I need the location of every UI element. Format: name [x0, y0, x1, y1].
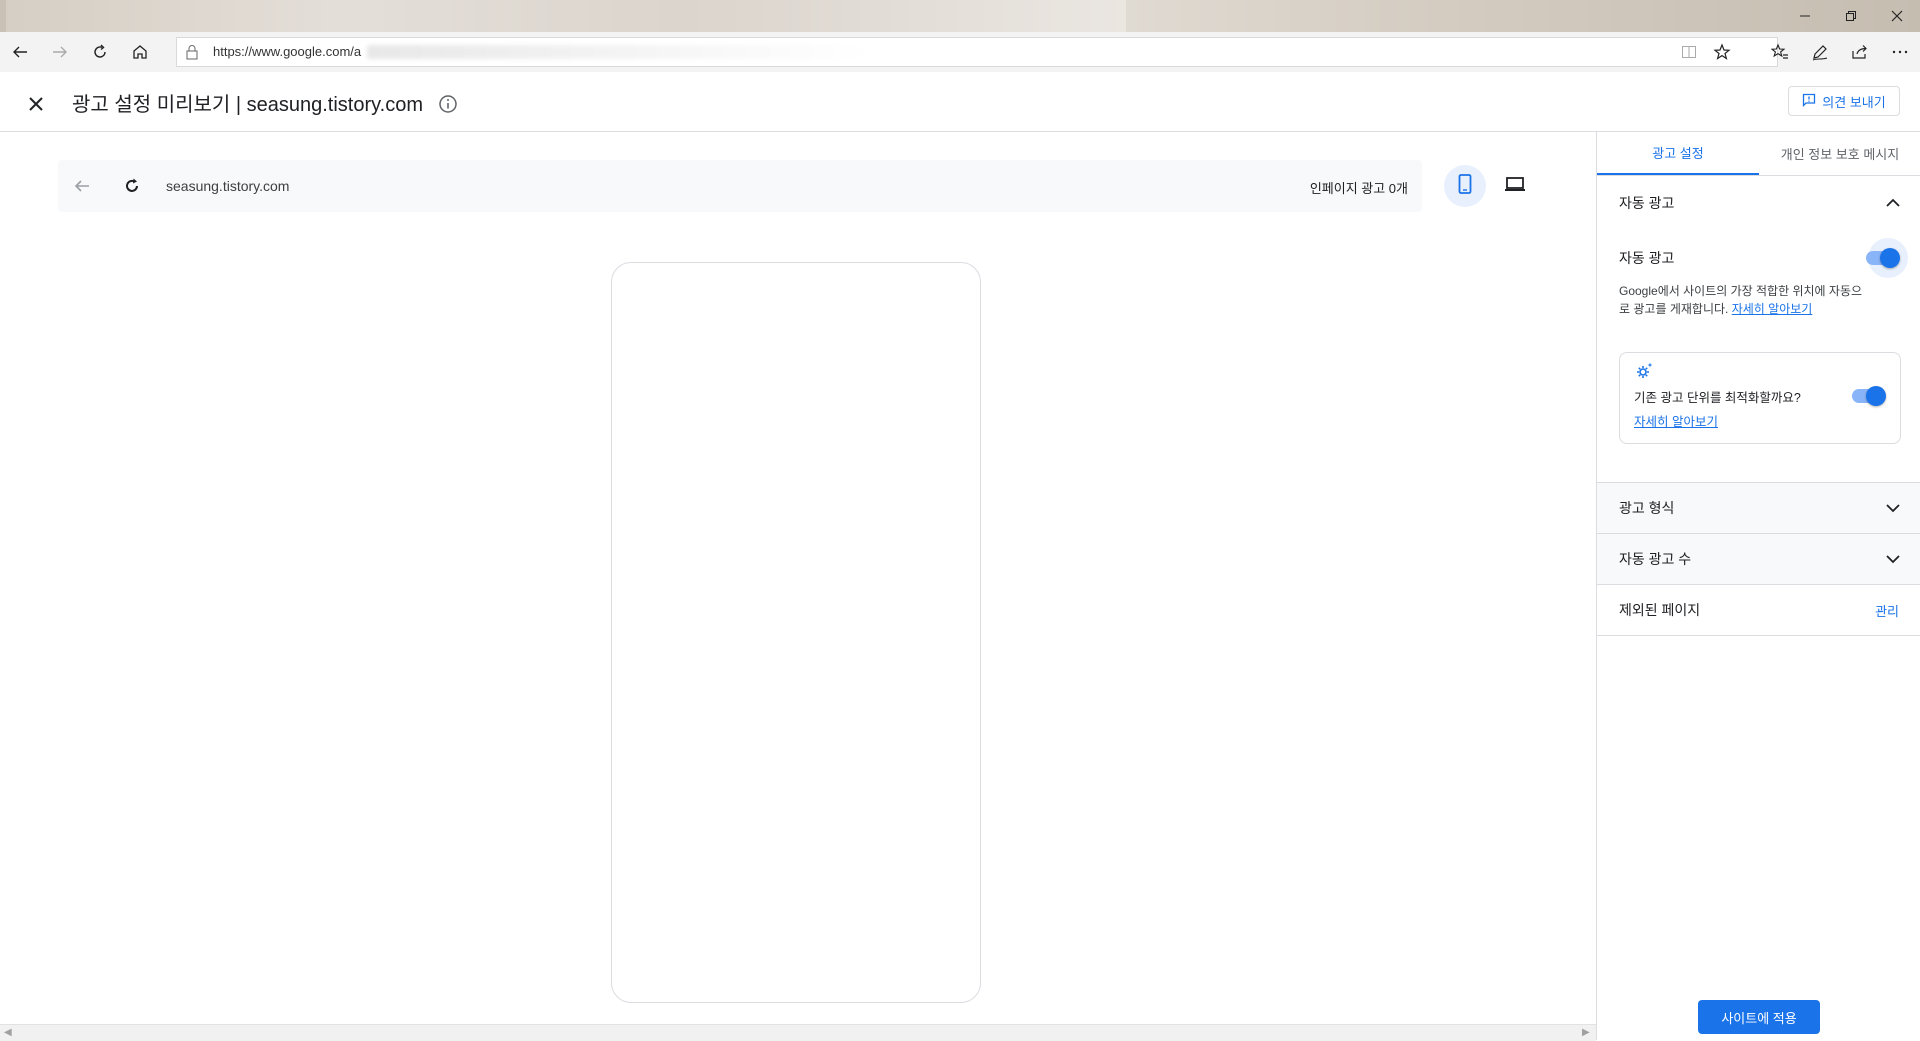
panel-tabs: 광고 설정 개인 정보 보호 메시지: [1597, 132, 1920, 176]
send-feedback-button[interactable]: 의견 보내기: [1788, 86, 1900, 116]
auto-ads-toggle[interactable]: [1866, 248, 1900, 268]
share-icon[interactable]: [1844, 36, 1876, 68]
info-icon[interactable]: [436, 92, 460, 116]
star-icon[interactable]: [1713, 43, 1731, 61]
home-icon[interactable]: [124, 36, 156, 68]
favorites-icon[interactable]: [1764, 36, 1796, 68]
url-redacted: [367, 45, 867, 59]
auto-ads-learn-more-link[interactable]: 자세히 알아보기: [1732, 302, 1813, 316]
chevron-down-icon[interactable]: [1881, 547, 1905, 571]
excluded-pages-row: 제외된 페이지 관리: [1597, 585, 1920, 635]
auto-ads-description: Google에서 사이트의 가장 적합한 위치에 자동으로 광고를 게재합니다.…: [1619, 282, 1869, 318]
lock-icon: [185, 44, 201, 60]
settings-panel: 광고 설정 개인 정보 보호 메시지 자동 광고 자동 광고 Google에서 …: [1596, 132, 1920, 1040]
url-text: https://www.google.com/a: [213, 44, 362, 59]
optimize-ad-units-card: 기존 광고 단위를 최적화할까요? 자세히 알아보기: [1619, 352, 1901, 444]
chevron-up-icon[interactable]: [1881, 191, 1905, 215]
auto-optimize-gear-icon: [1634, 361, 1654, 381]
inpage-ad-count: 인페이지 광고 0개: [1309, 181, 1408, 196]
tab-privacy-messages[interactable]: 개인 정보 보호 메시지: [1759, 132, 1920, 175]
ad-load-section-header[interactable]: 자동 광고 수: [1597, 534, 1920, 584]
optimize-question: 기존 광고 단위를 최적화할까요?: [1634, 391, 1801, 405]
chevron-down-icon[interactable]: [1881, 496, 1905, 520]
close-icon[interactable]: [1874, 0, 1920, 32]
address-bar[interactable]: https://www.google.com/a: [176, 37, 1778, 67]
preview-url: seasung.tistory.com: [166, 178, 290, 194]
pen-icon[interactable]: [1804, 36, 1836, 68]
auto-ads-heading: 자동 광고: [1619, 195, 1675, 211]
ad-formats-heading: 광고 형식: [1619, 500, 1675, 516]
page-title: 광고 설정 미리보기 | seasung.tistory.com: [72, 94, 423, 116]
feedback-label: 의견 보내기: [1822, 94, 1886, 110]
scroll-left-icon[interactable]: ◀: [4, 1027, 12, 1038]
app-header: 광고 설정 미리보기 | seasung.tistory.com 의견 보내기: [0, 72, 1920, 132]
divider: [1597, 635, 1920, 636]
preview-back-icon[interactable]: [68, 172, 96, 200]
tab-ad-settings[interactable]: 광고 설정: [1597, 132, 1759, 175]
ad-formats-section-header[interactable]: 광고 형식: [1597, 483, 1920, 533]
desktop-view-button[interactable]: [1494, 165, 1536, 207]
scroll-right-icon[interactable]: ▶: [1582, 1027, 1590, 1038]
ad-load-heading: 자동 광고 수: [1619, 551, 1692, 567]
horizontal-scrollbar[interactable]: ◀ ▶: [0, 1024, 1596, 1041]
optimize-toggle[interactable]: [1852, 386, 1886, 406]
reading-view-icon[interactable]: [1681, 44, 1699, 60]
toggle-knob: [1880, 248, 1900, 268]
apply-to-site-button[interactable]: 사이트에 적용: [1698, 1000, 1820, 1034]
auto-ads-toggle-label: 자동 광고: [1619, 250, 1675, 266]
smartphone-icon: [1458, 173, 1472, 199]
close-preview-icon[interactable]: [22, 90, 50, 118]
mobile-view-button[interactable]: [1444, 165, 1486, 207]
minimize-icon[interactable]: [1782, 0, 1828, 32]
more-icon[interactable]: [1884, 36, 1916, 68]
restore-icon[interactable]: [1828, 0, 1874, 32]
optimize-learn-more-link[interactable]: 자세히 알아보기: [1634, 411, 1718, 430]
toggle-knob: [1866, 386, 1886, 406]
manage-excluded-pages-link[interactable]: 관리: [1875, 601, 1899, 620]
browser-toolbar: https://www.google.com/a: [0, 32, 1920, 73]
auto-ads-section-header[interactable]: 자동 광고: [1597, 178, 1920, 228]
preview-refresh-icon[interactable]: [118, 172, 146, 200]
refresh-icon[interactable]: [84, 36, 116, 68]
preview-toolbar: seasung.tistory.com 인페이지 광고 0개: [58, 160, 1422, 212]
laptop-icon: [1504, 176, 1526, 197]
excluded-pages-label: 제외된 페이지: [1619, 602, 1701, 618]
back-icon[interactable]: [4, 36, 36, 68]
mobile-preview-frame[interactable]: [611, 262, 981, 1003]
forward-icon[interactable]: [44, 36, 76, 68]
feedback-icon: [1802, 93, 1816, 110]
